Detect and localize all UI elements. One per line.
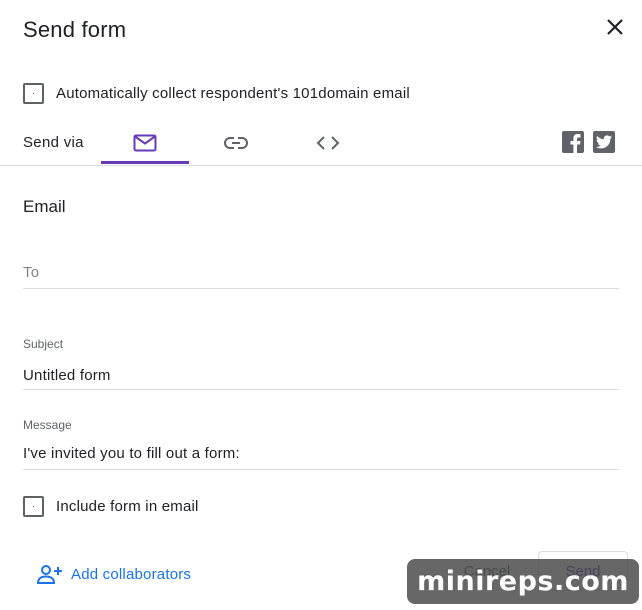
twitter-icon: [596, 135, 612, 149]
message-value: I've invited you to fill out a form:: [23, 445, 240, 462]
subject-field[interactable]: Untitled form: [23, 360, 619, 390]
close-icon: [607, 19, 623, 35]
tabs-divider: [0, 165, 642, 166]
tab-link[interactable]: [192, 120, 280, 165]
close-button[interactable]: [600, 12, 630, 42]
add-collaborators-label: Add collaborators: [71, 565, 192, 583]
selected-tab-indicator: [101, 161, 189, 164]
message-field[interactable]: I've invited you to fill out a form:: [23, 438, 619, 470]
watermark-text: minireps.com: [417, 566, 629, 597]
message-label: Message: [23, 418, 72, 432]
dialog-title: Send form: [23, 17, 127, 42]
include-form-label: Include form in email: [56, 497, 199, 515]
include-form-checkbox[interactable]: [23, 495, 44, 517]
tab-embed[interactable]: [284, 120, 372, 165]
link-icon: [224, 136, 248, 149]
add-person-icon: [36, 565, 62, 584]
include-form-row[interactable]: Include form in email: [23, 495, 199, 517]
share-twitter-button[interactable]: [593, 131, 615, 153]
to-field[interactable]: To: [23, 255, 619, 289]
collect-email-checkbox[interactable]: [23, 82, 44, 104]
share-facebook-button[interactable]: [562, 131, 584, 153]
email-section-title: Email: [23, 197, 66, 216]
tab-email[interactable]: [101, 120, 189, 165]
collect-email-label: Automatically collect respondent's 101do…: [56, 84, 410, 102]
subject-value: Untitled form: [23, 367, 111, 384]
collect-email-row[interactable]: Automatically collect respondent's 101do…: [23, 82, 410, 104]
to-placeholder: To: [23, 264, 40, 281]
watermark-badge: minireps.com: [407, 559, 639, 604]
mail-icon: [133, 134, 157, 151]
facebook-icon: [570, 134, 581, 153]
subject-label: Subject: [23, 337, 64, 351]
add-collaborators-button[interactable]: Add collaborators: [36, 559, 191, 589]
embed-code-icon: [316, 135, 340, 150]
send-via-label: Send via: [23, 134, 84, 151]
send-form-dialog: Send form Automatically collect responde…: [0, 0, 642, 610]
